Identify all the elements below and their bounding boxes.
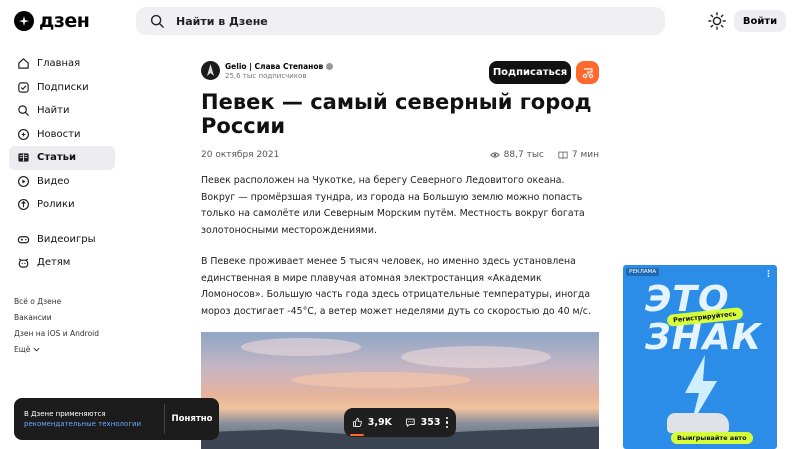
views-count: 88,7 тыс (503, 150, 544, 160)
sidebar-item-news[interactable]: Новости (9, 123, 115, 147)
search-icon (18, 105, 30, 117)
sidebar-item-label: Статьи (37, 152, 77, 164)
eye-icon (489, 152, 500, 158)
sidebar-item-articles[interactable]: Статьи (9, 146, 115, 170)
cookie-banner: В Дзене применяются рекомендательные тех… (14, 398, 219, 440)
shorts-icon (17, 199, 30, 211)
sidebar-item-label: Ролики (37, 199, 75, 211)
ad-cta: Выигрывайте авто (671, 432, 753, 444)
article-date: 20 октября 2021 (201, 150, 280, 160)
more-icon[interactable] (445, 416, 448, 429)
dzen-logo[interactable]: дзен (14, 10, 90, 32)
author-name-row: Gelio | Слава Степанов (225, 61, 334, 71)
footer-link-apps[interactable]: Дзен на iOS и Android (14, 325, 99, 341)
book-icon (558, 151, 568, 159)
sidebar-item-search[interactable]: Найти (9, 99, 115, 123)
footer-link-more-label: Ещё (14, 344, 31, 354)
logo-text: дзен (39, 10, 90, 32)
read-time: 7 мин (571, 150, 599, 160)
cookie-message: В Дзене применяются (24, 410, 106, 418)
avatar (201, 61, 220, 80)
article-paragraph: Певек расположен на Чукотке, на берегу С… (201, 175, 585, 236)
reactions-bar: 3,9K 353 (344, 408, 456, 437)
likes-count: 3,9K (367, 417, 392, 428)
kids-icon (18, 258, 29, 268)
news-icon (17, 128, 30, 140)
articles-icon (18, 153, 29, 162)
search-input[interactable]: Найти в Дзене (136, 7, 665, 35)
author-block[interactable]: Gelio | Слава Степанов 25,6 тыс подписчи… (201, 61, 334, 80)
sidebar-item-label: Новости (37, 128, 81, 140)
more-icon[interactable] (764, 269, 773, 278)
article-meta: 88,7 тыс 7 мин (489, 150, 599, 160)
ad-banner[interactable]: РЕКЛАМА ЭТО ЗНАК Регистрируйтесь Выигрыв… (623, 265, 777, 449)
author-name: Gelio | Слава Степанов (225, 61, 324, 71)
gamepad-icon (17, 235, 30, 244)
video-icon (17, 175, 30, 187)
share-button[interactable] (576, 61, 599, 84)
subscribe-button[interactable]: Подписаться (489, 61, 571, 84)
sidebar-item-label: Видеоигры (37, 233, 96, 245)
ad-label: РЕКЛАМА (626, 268, 660, 276)
footer-link-more[interactable]: Ещё (14, 341, 99, 357)
search-placeholder: Найти в Дзене (176, 14, 268, 28)
like-indicator (350, 434, 364, 436)
sidebar: Главная Подписки Найти Новости Статьи Ви… (9, 52, 115, 275)
sidebar-item-label: Подписки (37, 81, 89, 93)
login-button[interactable]: Войти (734, 10, 786, 32)
sidebar-item-label: Главная (37, 58, 81, 70)
cookie-accept-button[interactable]: Понятно (165, 414, 219, 424)
chevron-down-icon (33, 347, 40, 352)
comments-count: 353 (420, 417, 441, 428)
cookie-text: В Дзене применяются рекомендательные тех… (14, 409, 164, 429)
sidebar-item-home[interactable]: Главная (9, 52, 115, 76)
sidebar-item-kids[interactable]: Детям (9, 251, 115, 275)
cookie-link[interactable]: рекомендательные технологии (24, 420, 141, 428)
sidebar-item-shorts[interactable]: Ролики (9, 193, 115, 217)
article-paragraph: В Певеке проживает менее 5 тысяч человек… (201, 256, 591, 317)
sidebar-item-video[interactable]: Видео (9, 170, 115, 194)
sidebar-item-videogames[interactable]: Видеоигры (9, 228, 115, 252)
author-subscribers: 25,6 тыс подписчиков (225, 71, 307, 80)
sidebar-item-label: Найти (37, 105, 70, 117)
footer-links: Всё о Дзене Вакансии Дзен на iOS и Andro… (14, 293, 99, 357)
verified-icon (326, 62, 334, 70)
footer-link-jobs[interactable]: Вакансии (14, 309, 99, 325)
search-icon (150, 14, 164, 28)
sun-icon[interactable] (708, 12, 726, 30)
subscriptions-icon (18, 82, 29, 93)
article-title: Певек — самый северный город России (201, 90, 592, 138)
dzen-logo-icon (14, 11, 34, 31)
car-image (667, 413, 729, 433)
footer-link-about[interactable]: Всё о Дзене (14, 293, 99, 309)
sidebar-item-label: Видео (37, 175, 70, 187)
home-icon (18, 58, 29, 69)
share-icon (582, 67, 593, 78)
sidebar-item-label: Детям (37, 257, 71, 269)
comment-icon[interactable] (405, 416, 416, 429)
sidebar-item-subscriptions[interactable]: Подписки (9, 76, 115, 100)
like-icon[interactable] (352, 416, 363, 429)
